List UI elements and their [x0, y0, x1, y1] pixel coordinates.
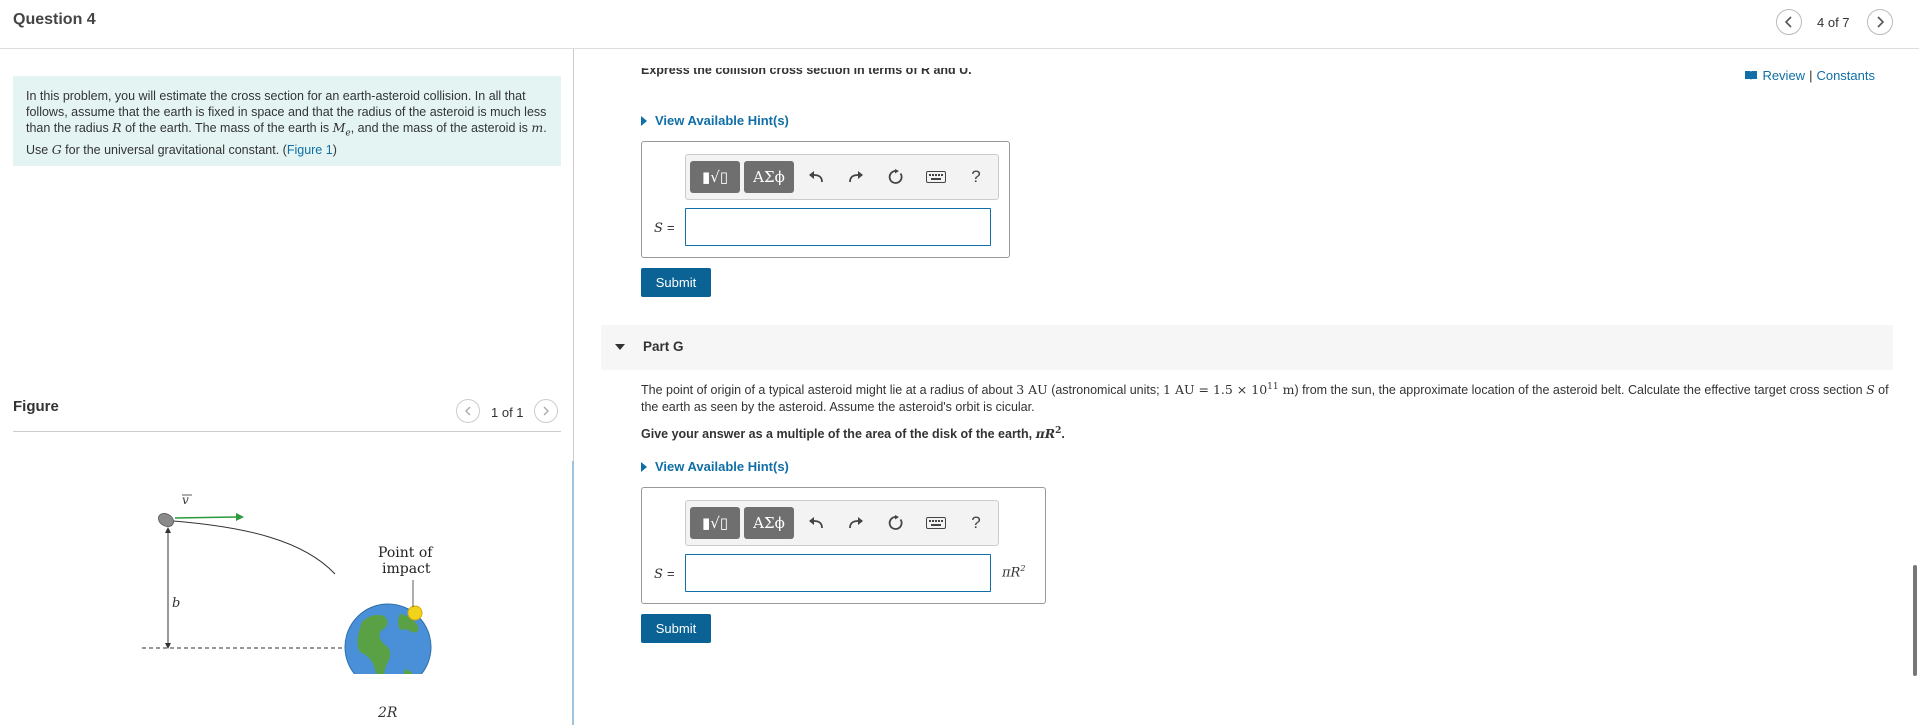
link-separator: |: [1809, 68, 1813, 83]
review-link[interactable]: Review: [1762, 68, 1805, 83]
top-bar: Question 4 4 of 7: [0, 0, 1919, 49]
part-g-answer-input[interactable]: [685, 554, 991, 592]
keyboard-icon[interactable]: [918, 507, 954, 539]
var-s: S: [654, 567, 663, 582]
part-f-answer-box: ▮√▯ ΑΣϕ ? S =: [641, 141, 1010, 258]
math-S: S: [1866, 382, 1875, 398]
intro-text: ): [332, 142, 337, 157]
figure-title: Figure: [13, 398, 59, 415]
answer-label: S =: [654, 220, 675, 236]
templates-button[interactable]: ▮√▯: [690, 161, 740, 193]
math-piR: πR: [1035, 426, 1056, 442]
question-pager: 4 of 7: [1817, 15, 1850, 30]
part-g-submit-button[interactable]: Submit: [641, 614, 711, 643]
var-s: S: [654, 221, 663, 236]
question-text: .: [1061, 427, 1065, 442]
intro-text: , and the mass of the asteroid is: [350, 121, 532, 135]
help-button[interactable]: ?: [958, 161, 994, 193]
redo-icon[interactable]: [838, 161, 874, 193]
figure-next-button[interactable]: [534, 399, 558, 423]
math-toolbar: ▮√▯ ΑΣϕ ?: [685, 500, 999, 546]
problem-intro: In this problem, you will estimate the c…: [13, 76, 561, 166]
caret-down-icon: [615, 344, 625, 350]
figure-pager: 1 of 1: [491, 405, 524, 420]
answer-label: S =: [654, 566, 675, 582]
right-panel: Review | Constants Express the collision…: [575, 49, 1919, 676]
part-f-prompt-text: Express the collision cross section in t…: [641, 68, 972, 77]
undo-icon[interactable]: [798, 507, 834, 539]
math-R: R: [112, 120, 122, 135]
page-scrollbar[interactable]: [1913, 565, 1917, 676]
previous-question-button[interactable]: [1776, 9, 1802, 35]
part-f-submit-button[interactable]: Submit: [641, 268, 711, 297]
reset-icon[interactable]: [878, 161, 914, 193]
figure-divider: [13, 431, 561, 432]
figure-label-overlay: 2R: [377, 705, 398, 721]
question-text: Give your answer as a multiple of the ar…: [641, 427, 1036, 442]
greek-symbols-button[interactable]: ΑΣϕ: [744, 507, 794, 539]
part-g-answer-box: ▮√▯ ΑΣϕ ? S = πR2: [641, 487, 1046, 604]
math-m: m: [531, 120, 544, 135]
book-icon: [1745, 71, 1758, 80]
reset-icon[interactable]: [878, 507, 914, 539]
math-au-definition: 1 AU = 1.5 × 10: [1163, 382, 1268, 398]
question-title: Question 4: [13, 11, 96, 28]
math-3AU: 3 AU: [1016, 382, 1048, 398]
part-g-hint-toggle[interactable]: View Available Hint(s): [641, 459, 789, 474]
math-Me: M: [332, 120, 346, 135]
figure-prev-button[interactable]: [456, 399, 480, 423]
help-button[interactable]: ?: [958, 507, 994, 539]
math-exponent: 11: [1267, 382, 1279, 392]
prompt-text: The point of origin of a typical asteroi…: [641, 383, 1017, 398]
prompt-text: ) from the sun, the approximate location…: [1294, 383, 1867, 398]
part-g-question: Give your answer as a multiple of the ar…: [641, 426, 1065, 441]
intro-text: for the universal gravitational constant…: [61, 142, 287, 157]
templates-button[interactable]: ▮√▯: [690, 507, 740, 539]
math-unit: m: [1278, 382, 1295, 398]
part-g-prompt: The point of origin of a typical asteroi…: [641, 379, 1891, 416]
equals-sign: =: [667, 566, 675, 581]
label-2R: 2R: [377, 705, 398, 721]
left-panel: In this problem, you will estimate the c…: [0, 49, 574, 725]
units-exponent: 2: [1020, 564, 1026, 573]
math-G: G: [51, 141, 62, 157]
caret-right-icon: [641, 115, 647, 126]
chevron-right-icon: [543, 406, 549, 416]
chevron-left-icon: [1784, 16, 1792, 28]
intro-text: of the earth. The mass of the earth is: [121, 121, 333, 135]
chevron-left-icon: [465, 406, 471, 416]
answer-units: πR2: [1002, 564, 1025, 580]
prompt-text: (astronomical units;: [1047, 383, 1164, 398]
chevron-right-icon: [1877, 16, 1885, 28]
keyboard-icon[interactable]: [918, 161, 954, 193]
hint-label: View Available Hint(s): [655, 113, 789, 128]
units-piR: πR: [1002, 565, 1021, 581]
hint-label: View Available Hint(s): [655, 459, 789, 474]
part-g-header[interactable]: Part G: [601, 325, 1893, 370]
part-f-answer-input[interactable]: [685, 208, 991, 246]
next-question-button[interactable]: [1867, 9, 1893, 35]
part-f-prompt-partial: Express the collision cross section in t…: [641, 68, 1041, 78]
constants-link[interactable]: Constants: [1816, 68, 1875, 83]
panel-divider-highlight: [572, 461, 574, 725]
greek-symbols-button[interactable]: ΑΣϕ: [744, 161, 794, 193]
review-constants-links: Review | Constants: [1744, 68, 1875, 83]
redo-icon[interactable]: [838, 507, 874, 539]
math-toolbar: ▮√▯ ΑΣϕ ?: [685, 154, 999, 200]
part-f-hint-toggle[interactable]: View Available Hint(s): [641, 113, 789, 128]
equals-sign: =: [667, 220, 675, 235]
figure-link[interactable]: Figure 1: [287, 143, 333, 157]
caret-right-icon: [641, 461, 647, 472]
undo-icon[interactable]: [798, 161, 834, 193]
part-g-title: Part G: [643, 339, 684, 354]
